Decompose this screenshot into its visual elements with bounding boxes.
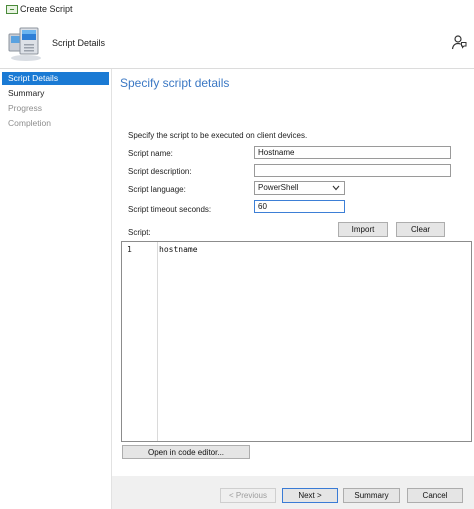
previous-button: < Previous (220, 488, 276, 503)
script-language-value: PowerShell (258, 183, 299, 192)
user-feedback-icon[interactable] (451, 34, 467, 50)
wizard-sidebar: Script Details Summary Progress Completi… (0, 69, 112, 509)
computers-icon (8, 27, 41, 61)
title-bar: Create Script (0, 0, 474, 21)
page-title: Specify script details (120, 76, 230, 90)
sidebar-item-progress: Progress (8, 103, 43, 113)
wizard-header: Script Details (0, 20, 474, 69)
cancel-button[interactable]: Cancel (407, 488, 463, 503)
script-language-label: Script language: (128, 185, 186, 194)
import-button[interactable]: Import (338, 222, 388, 237)
line-gutter: 1 (122, 242, 158, 441)
open-code-editor-button[interactable]: Open in code editor... (122, 445, 250, 459)
script-language-select[interactable]: PowerShell (254, 181, 345, 195)
script-timeout-input[interactable] (254, 200, 345, 213)
script-label: Script: (128, 228, 151, 237)
script-description-label: Script description: (128, 167, 192, 176)
clear-button[interactable]: Clear (396, 222, 445, 237)
sidebar-item-completion: Completion (8, 118, 51, 128)
line-number: 1 (127, 245, 132, 254)
summary-button[interactable]: Summary (343, 488, 400, 503)
window-icon (6, 5, 18, 14)
intro-text: Specify the script to be executed on cli… (128, 131, 308, 140)
script-name-input[interactable] (254, 146, 451, 159)
script-timeout-label: Script timeout seconds: (128, 205, 212, 214)
chevron-down-icon (332, 185, 340, 191)
header-title: Script Details (52, 38, 106, 48)
sidebar-item-summary[interactable]: Summary (2, 87, 109, 100)
script-editor[interactable]: 1 hostname (121, 241, 472, 442)
next-button[interactable]: Next > (282, 488, 338, 503)
script-description-input[interactable] (254, 164, 451, 177)
window-title: Create Script (20, 4, 73, 14)
sidebar-item-script-details[interactable]: Script Details (2, 72, 109, 85)
script-name-label: Script name: (128, 149, 173, 158)
code-line: hostname (159, 245, 198, 254)
